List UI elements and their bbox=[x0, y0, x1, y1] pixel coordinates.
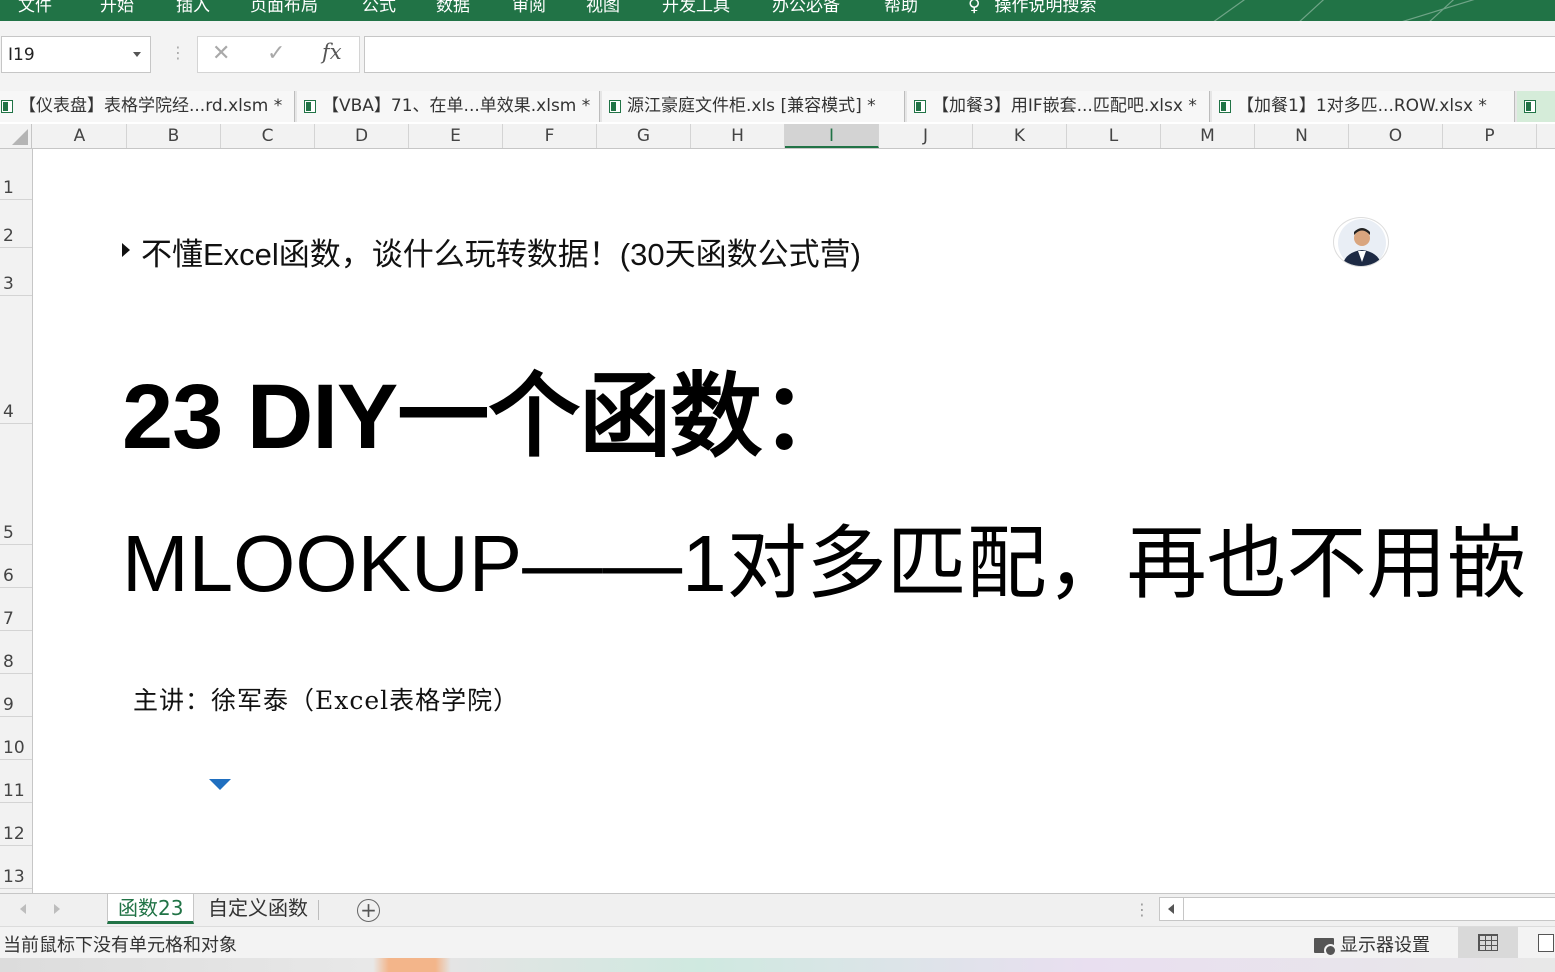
column-header-cell[interactable]: P bbox=[1443, 124, 1537, 148]
workbook-tab-active[interactable] bbox=[1517, 91, 1555, 122]
confirm-check-icon[interactable]: ✓ bbox=[267, 41, 285, 66]
ribbon-tab-review[interactable]: 审阅 bbox=[512, 0, 546, 16]
row-header-cell[interactable]: 8 bbox=[0, 631, 32, 674]
excel-window: 文件 开始 插入 页面布局 公式 数据 审阅 视图 开发工具 办公必备 帮助 ♀… bbox=[0, 0, 1555, 972]
next-sheet-icon[interactable] bbox=[54, 904, 60, 914]
column-header-cell[interactable]: A bbox=[33, 124, 127, 148]
column-header-cell[interactable]: N bbox=[1255, 124, 1349, 148]
ribbon-tab-insert[interactable]: 插入 bbox=[176, 0, 210, 16]
ribbon-tab-view[interactable]: 视图 bbox=[586, 0, 620, 16]
ribbon-tab-formulas[interactable]: 公式 bbox=[362, 0, 396, 16]
column-header-cell[interactable]: D bbox=[315, 124, 409, 148]
column-header-cell[interactable]: L bbox=[1067, 124, 1161, 148]
row-header-cell[interactable]: 11 bbox=[0, 760, 32, 803]
row-header-cell[interactable]: 5 bbox=[0, 424, 32, 545]
status-bar: 当前鼠标下没有单元格和对象 显示器设置 bbox=[0, 926, 1555, 959]
blue-triangle-marker-icon bbox=[209, 779, 231, 790]
column-header-cell[interactable]: H bbox=[691, 124, 785, 148]
vertical-dots-icon[interactable]: ⋮ bbox=[170, 43, 186, 62]
column-header-cell[interactable]: J bbox=[879, 124, 973, 148]
page-layout-view-icon[interactable] bbox=[1538, 934, 1554, 952]
previous-sheet-icon[interactable] bbox=[20, 904, 26, 914]
ribbon-tab-file[interactable]: 文件 bbox=[18, 0, 52, 16]
ribbon-tab-home[interactable]: 开始 bbox=[100, 0, 134, 16]
lightbulb-icon: ♀ bbox=[968, 0, 981, 16]
horizontal-scrollbar[interactable] bbox=[1159, 897, 1555, 921]
workbook-tab[interactable]: 【VBA】71、在单...单效果.xlsm * bbox=[297, 91, 600, 122]
os-taskbar bbox=[0, 958, 1555, 972]
column-header-cell[interactable]: C bbox=[221, 124, 315, 148]
column-header-cell[interactable]: F bbox=[503, 124, 597, 148]
formula-input[interactable] bbox=[364, 36, 1555, 73]
ribbon-tab-developer[interactable]: 开发工具 bbox=[662, 0, 730, 16]
insert-function-fx-icon[interactable]: fx bbox=[322, 40, 342, 64]
sheet-tabs-bar: 函数23 自定义函数 + ⋮ bbox=[0, 893, 1555, 926]
workbook-tab[interactable]: 【仪表盘】表格学院经...rd.xlsm * bbox=[0, 91, 295, 122]
column-header-cell[interactable]: G bbox=[597, 124, 691, 148]
person-avatar-icon bbox=[1338, 219, 1386, 266]
ribbon-decoration-graphic bbox=[1213, 0, 1475, 21]
column-header-cell[interactable]: B bbox=[127, 124, 221, 148]
excel-file-icon bbox=[609, 100, 621, 113]
row-header-cell[interactable]: 12 bbox=[0, 803, 32, 846]
column-header-cell[interactable]: E bbox=[409, 124, 503, 148]
grid-view-icon bbox=[1478, 934, 1498, 951]
excel-file-icon bbox=[914, 100, 926, 113]
course-subtitle: 不懂Excel函数，谈什么玩转数据！(30天函数公式营) bbox=[141, 237, 861, 272]
row-header-cell[interactable]: 7 bbox=[0, 588, 32, 631]
normal-view-button[interactable] bbox=[1458, 927, 1518, 959]
column-header-cell[interactable]: K bbox=[973, 124, 1067, 148]
workbook-tabs: 【仪表盘】表格学院经...rd.xlsm * 【VBA】71、在单...单效果.… bbox=[0, 91, 1555, 122]
lesson-title: 23 DIY一个函数： bbox=[122, 366, 853, 468]
ribbon-tab-office-tools[interactable]: 办公必备 bbox=[772, 0, 840, 16]
row-header-cell[interactable]: 4 bbox=[0, 296, 32, 424]
excel-file-icon bbox=[1524, 100, 1536, 113]
row-header-cell[interactable]: 3 bbox=[0, 248, 32, 296]
column-header-cell[interactable]: M bbox=[1161, 124, 1255, 148]
presenter-credit: 主讲：徐军泰（Excel表格学院） bbox=[133, 686, 520, 715]
column-header-cell-selected[interactable]: I bbox=[785, 124, 879, 148]
tell-me-search[interactable]: ♀ 操作说明搜索 bbox=[968, 0, 1096, 16]
row-header: 1 2 3 4 5 6 7 8 9 10 11 12 13 bbox=[0, 149, 33, 893]
row-header-cell[interactable]: 9 bbox=[0, 674, 32, 717]
row-header-cell[interactable]: 6 bbox=[0, 545, 32, 588]
presenter-avatar bbox=[1333, 217, 1389, 267]
tab-divider bbox=[318, 900, 319, 920]
row-header-cell[interactable]: 10 bbox=[0, 717, 32, 760]
scroll-left-icon[interactable] bbox=[1160, 898, 1184, 920]
lesson-title-line2: MLOOKUP——1对多匹配，再也不用嵌 bbox=[122, 519, 1527, 608]
display-settings-button[interactable]: 显示器设置 bbox=[1314, 931, 1430, 957]
cancel-icon[interactable]: ✕ bbox=[212, 41, 230, 66]
row-header-cell[interactable]: 13 bbox=[0, 846, 32, 889]
select-all-triangle-icon bbox=[12, 129, 28, 145]
excel-file-icon bbox=[1219, 100, 1231, 113]
row-header-cell[interactable]: 2 bbox=[0, 200, 32, 248]
sheet-tab-active[interactable]: 函数23 bbox=[107, 894, 195, 924]
workbook-tab[interactable]: 【加餐1】1对多匹...ROW.xlsx * bbox=[1212, 91, 1515, 122]
name-box-value: I19 bbox=[8, 45, 35, 65]
excel-file-icon bbox=[1, 100, 13, 113]
name-box[interactable]: I19 bbox=[1, 36, 151, 73]
ribbon-tab-help[interactable]: 帮助 bbox=[884, 0, 918, 16]
vertical-dots-icon[interactable]: ⋮ bbox=[1134, 900, 1150, 919]
select-all-button[interactable] bbox=[0, 124, 32, 148]
sheet-tab[interactable]: 自定义函数 bbox=[198, 894, 318, 924]
formula-bar: I19 ⋮ ✕ ✓ fx bbox=[0, 21, 1555, 91]
workbook-tab[interactable]: 【加餐3】用IF嵌套...匹配吧.xlsx * bbox=[907, 91, 1210, 122]
excel-file-icon bbox=[304, 100, 316, 113]
ribbon-tabs: 文件 开始 插入 页面布局 公式 数据 审阅 视图 开发工具 办公必备 帮助 ♀… bbox=[0, 0, 1555, 21]
column-header-cell[interactable]: O bbox=[1349, 124, 1443, 148]
monitor-settings-icon bbox=[1314, 938, 1337, 957]
ribbon-tab-page-layout[interactable]: 页面布局 bbox=[250, 0, 318, 16]
status-message: 当前鼠标下没有单元格和对象 bbox=[3, 935, 237, 956]
triangle-bullet-icon bbox=[122, 243, 130, 257]
formula-buttons: ✕ ✓ fx bbox=[197, 36, 360, 73]
chevron-down-icon[interactable] bbox=[133, 52, 141, 57]
worksheet-grid[interactable]: 不懂Excel函数，谈什么玩转数据！(30天函数公式营) 23 DIY一个函数：… bbox=[33, 149, 1555, 893]
ribbon-tab-data[interactable]: 数据 bbox=[436, 0, 470, 16]
row-header-cell[interactable]: 1 bbox=[0, 149, 32, 200]
add-sheet-plus-icon[interactable]: + bbox=[357, 899, 380, 922]
workbook-tab[interactable]: 源江豪庭文件柜.xls [兼容模式] * bbox=[602, 91, 905, 122]
column-header: A B C D E F G H I J K L M N O P bbox=[0, 124, 1555, 149]
